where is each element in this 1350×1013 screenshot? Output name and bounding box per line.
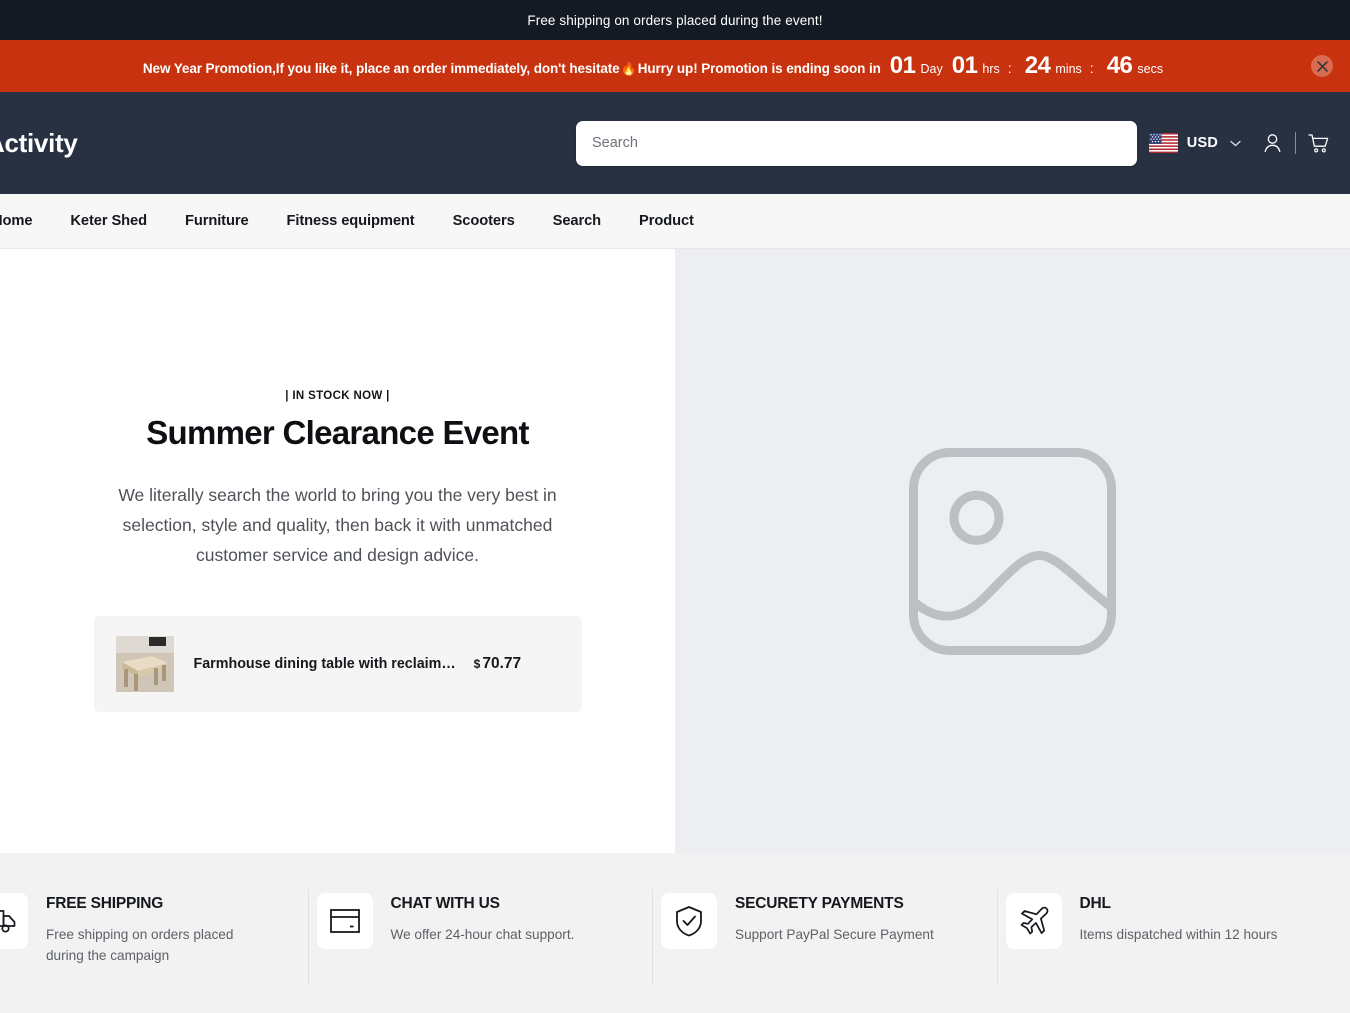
- hero-product-card[interactable]: Farmhouse dining table with reclaim… $70…: [93, 616, 582, 712]
- feature-title: SECURETY PAYMENTS: [735, 895, 904, 912]
- countdown-seconds-value: 46: [1106, 52, 1133, 79]
- search-container: [576, 120, 1137, 166]
- nav-item-home[interactable]: Home: [0, 213, 51, 229]
- currency-code[interactable]: USD: [1187, 135, 1218, 151]
- hero-description: We literally search the world to bring y…: [118, 485, 557, 565]
- image-placeholder-icon: [900, 439, 1125, 664]
- countdown-separator-2: :: [1089, 60, 1094, 76]
- close-icon[interactable]: [1311, 55, 1333, 77]
- us-flag-icon: [1148, 133, 1178, 153]
- site-logo[interactable]: Activity: [0, 128, 576, 159]
- nav-item-product[interactable]: Product: [620, 213, 713, 229]
- product-title: Farmhouse dining table with reclaim…: [193, 656, 456, 672]
- feature-description: Free shipping on orders placed during th…: [46, 927, 234, 963]
- nav-item-fitness-equipment[interactable]: Fitness equipment: [268, 213, 434, 229]
- promotion-content: New Year Promotion,If you like it, place…: [143, 54, 1163, 78]
- countdown-separator-1: :: [1007, 60, 1012, 76]
- site-header: Activity: [0, 92, 1350, 194]
- promotion-urgency-text: Hurry up! Promotion is ending soon in: [637, 61, 881, 76]
- nav-item-search[interactable]: Search: [534, 213, 620, 229]
- promotion-message: New Year Promotion,If you like it, place…: [142, 61, 620, 76]
- truck-icon: [0, 893, 28, 949]
- feature-chat-with-us: CHAT WITH US We offer 24-hour chat suppo…: [316, 889, 662, 985]
- countdown-hours-label: hrs: [982, 62, 1000, 76]
- countdown-days-value: 01: [889, 52, 916, 79]
- chevron-down-icon[interactable]: [1230, 140, 1241, 147]
- search-input[interactable]: [576, 120, 1137, 166]
- header-divider: [1295, 132, 1296, 154]
- shield-check-icon: [661, 893, 717, 949]
- feature-description: We offer 24-hour chat support.: [390, 927, 575, 942]
- nav-item-keter-shed[interactable]: Keter Shed: [51, 213, 166, 229]
- feature-text: SECURETY PAYMENTS Support PayPal Secure …: [735, 893, 934, 945]
- airplane-icon: [1005, 893, 1062, 949]
- user-icon[interactable]: [1255, 126, 1289, 160]
- feature-free-shipping: FREE SHIPPING Free shipping on orders pl…: [0, 889, 317, 985]
- product-price: $70.77: [474, 655, 521, 673]
- cart-icon[interactable]: [1302, 126, 1336, 160]
- announcement-bar: Free shipping on orders placed during th…: [0, 0, 1350, 40]
- chat-window-icon: [316, 893, 373, 949]
- hero-title: Summer Clearance Event: [146, 414, 529, 451]
- header-actions: USD: [1148, 126, 1336, 160]
- nav-item-furniture[interactable]: Furniture: [166, 213, 268, 229]
- hero-media-panel: [675, 249, 1350, 853]
- hero-eyebrow: | IN STOCK NOW |: [285, 390, 390, 402]
- feature-dhl: DHL Items dispatched within 12 hours: [1005, 893, 1350, 966]
- nav-item-scooters[interactable]: Scooters: [434, 213, 534, 229]
- hero-banner: | IN STOCK NOW | Summer Clearance Event …: [0, 249, 1350, 853]
- hero-text-panel: | IN STOCK NOW | Summer Clearance Event …: [0, 249, 675, 853]
- features-list: FREE SHIPPING Free shipping on orders pl…: [0, 853, 1350, 985]
- currency-symbol: $: [473, 657, 481, 671]
- feature-text: CHAT WITH US We offer 24-hour chat suppo…: [391, 893, 575, 945]
- countdown-minutes-value: 24: [1024, 52, 1051, 79]
- feature-text: FREE SHIPPING Free shipping on orders pl…: [46, 893, 251, 966]
- feature-description: Items dispatched within 12 hours: [1079, 927, 1278, 942]
- fire-emoji-icon: 🔥: [620, 61, 637, 76]
- primary-navigation: Home Keter Shed Furniture Fitness equipm…: [0, 194, 1350, 249]
- feature-title: FREE SHIPPING: [46, 895, 164, 912]
- announcement-text: Free shipping on orders placed during th…: [527, 12, 823, 28]
- feature-description: Support PayPal Secure Payment: [735, 927, 934, 942]
- product-thumbnail: [115, 636, 174, 692]
- countdown-minutes-label: mins: [1055, 62, 1082, 76]
- countdown-seconds-label: secs: [1137, 62, 1164, 76]
- features-band: FREE SHIPPING Free shipping on orders pl…: [0, 853, 1350, 1013]
- feature-text: DHL Items dispatched within 12 hours: [1080, 893, 1278, 945]
- feature-title: CHAT WITH US: [390, 895, 500, 912]
- feature-title: DHL: [1079, 895, 1111, 912]
- countdown-days-label: Day: [920, 62, 943, 76]
- price-value: 70.77: [482, 655, 522, 672]
- feature-security-payments: SECURETY PAYMENTS Support PayPal Secure …: [661, 889, 1006, 985]
- countdown-hours-value: 01: [951, 52, 978, 79]
- promotion-countdown-bar: New Year Promotion,If you like it, place…: [0, 40, 1350, 92]
